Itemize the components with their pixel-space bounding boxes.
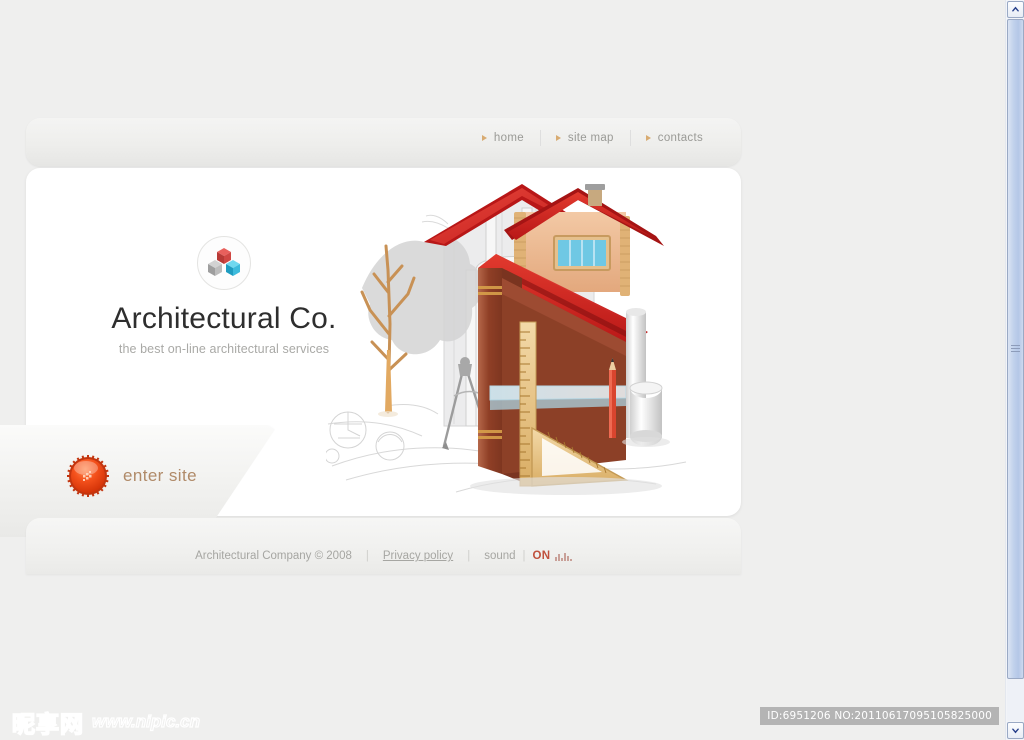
chevron-up-icon [1011,6,1019,12]
scrollbar-grip-icon [1011,345,1020,354]
arrow-bullet-icon [555,135,561,141]
logo-cubes-svg [208,248,240,276]
scroll-up-button[interactable] [1007,1,1024,18]
watermark-id-badge: ID:6951206 NO:20110617095105825000 [760,707,999,725]
browser-viewport: home site map contacts Architectural Co.… [0,0,1005,740]
vertical-scrollbar[interactable] [1005,0,1024,740]
scroll-down-button[interactable] [1007,722,1024,739]
gear-orb-icon [66,454,110,498]
house-illustration-svg [324,184,687,495]
chevron-down-icon [1011,727,1019,733]
footer-panel: Architectural Company © 2008 | Privacy p… [26,518,741,574]
watermark-cn-text: 昵享网 [11,711,84,739]
architecture-house-cutaway-illustration [324,174,736,514]
scrollbar-thumb[interactable] [1007,19,1024,679]
nav-item-home[interactable]: home [466,129,540,147]
equalizer-bars-icon [555,552,572,561]
nav-item-contacts[interactable]: contacts [629,129,719,147]
watermark-url-text: www.nipic.cn [91,711,200,731]
nav-list: home site map contacts [466,127,719,149]
privacy-policy-link[interactable]: Privacy policy [383,550,453,562]
sound-label: sound [484,550,516,562]
footer-separator: | [522,550,526,562]
nav-item-site-map[interactable]: site map [539,129,630,147]
nav-item-label: site map [567,132,614,144]
top-navigation-bar: home site map contacts [26,118,741,166]
nav-item-label: home [493,132,524,144]
nav-item-label: contacts [657,132,703,144]
arrow-bullet-icon [481,135,487,141]
nipic-watermark-logo: 昵享网 www.nipic.cn [11,705,200,739]
scrollbar-track[interactable] [1007,19,1024,721]
enter-site-button[interactable]: enter site [66,454,197,498]
footer-separator: | [467,550,471,562]
three-cubes-logo-icon [197,236,251,290]
watermark-bar: 昵享网 www.nipic.cn ID:6951206 NO:201106170… [0,700,1005,740]
footer-row: Architectural Company © 2008 | Privacy p… [26,550,741,562]
arrow-bullet-icon [645,135,651,141]
footer-separator: | [365,550,369,562]
enter-site-label: enter site [123,466,197,485]
copyright-text: Architectural Company © 2008 [195,550,352,562]
enter-orb-svg [67,455,109,497]
sound-toggle-state[interactable]: ON [533,550,551,562]
